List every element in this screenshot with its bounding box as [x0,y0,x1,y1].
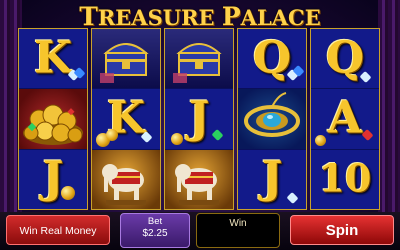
gold-coins-icon [23,104,83,146]
title-cap-t: T [79,2,98,31]
reel-2-symbol-3 [92,149,160,209]
title-part-2: ALACE [240,5,321,30]
reel-5: Q A 10 [310,28,380,210]
bet-button[interactable]: Bet $2.25 [120,213,190,248]
number-10-symbol: 10 [318,155,372,201]
elephant-statue-icon [102,163,146,205]
win-real-money-button[interactable]: Win Real Money [6,215,110,245]
coin-icon [61,185,75,200]
reel-1-symbol-3: J [19,150,87,209]
reel-3-symbol-1 [165,29,233,90]
game-title: TREASURE PALACE [0,2,400,31]
treasure-chest-icon [173,43,222,83]
reel-4: Q J [237,28,307,210]
elephant-statue-icon [175,163,219,205]
reel-3-symbol-3 [165,149,233,209]
reel-2-symbol-1 [92,29,160,90]
slot-game-screen: TREASURE PALACE K J K J Q J Q A 10 Win R… [0,0,400,250]
reel-1-symbol-2 [19,89,87,150]
reel-5-symbol-1: Q [311,29,379,90]
title-part-1: REASURE [97,5,222,30]
bet-value: $2.25 [142,228,168,239]
amulet-icon [244,92,300,138]
treasure-chest-icon [100,43,149,83]
reel-4-symbol-1: Q [238,29,306,90]
reel-3: J [164,28,234,210]
win-label: Win [229,218,247,229]
reel-3-symbol-2: J [165,89,233,150]
reel-1: K J [18,28,88,210]
win-display: Win [196,213,280,248]
reel-5-symbol-2: A [311,89,379,150]
reel-4-symbol-3: J [238,150,306,209]
reel-5-symbol-3: 10 [311,150,379,209]
coin-icon [171,133,183,146]
reel-2: K [91,28,161,210]
reel-1-symbol-1: K [19,29,87,90]
letter-j-symbol: J [42,152,64,204]
title-cap-p: P [221,2,241,31]
bet-label: Bet [147,216,163,227]
control-bar: Win Real Money Bet $2.25 Win Spin [0,212,400,250]
reels-area: K J K J Q J Q A 10 [18,28,382,210]
spin-button[interactable]: Spin [290,215,394,245]
reel-2-symbol-2: K [92,89,160,150]
reel-4-symbol-2 [238,89,306,150]
coin-icon [315,135,326,147]
